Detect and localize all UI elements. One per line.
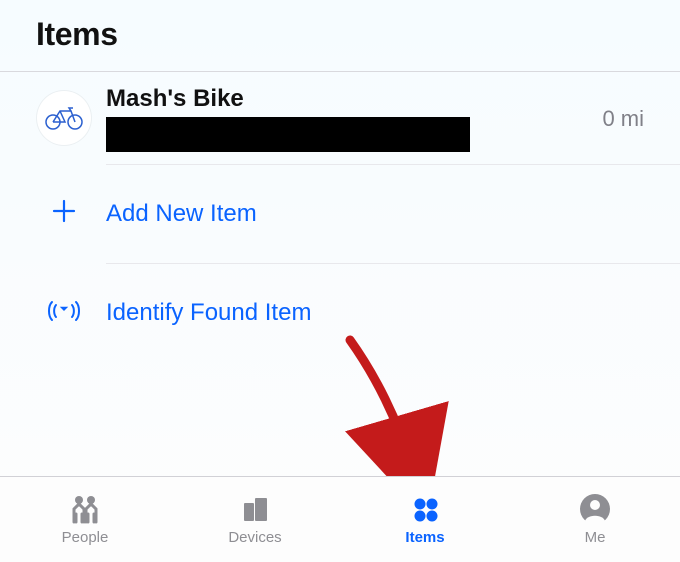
people-icon (68, 493, 102, 525)
me-tab[interactable]: Me (510, 477, 680, 562)
items-list: Mash's Bike 0 mi Add New Item (0, 72, 680, 362)
header: Items (0, 0, 680, 71)
tab-bar: People Devices Items (0, 476, 680, 562)
people-tab-label: People (62, 529, 109, 546)
item-avatar (36, 90, 92, 146)
item-distance: 0 mi (602, 84, 644, 132)
add-new-item-label: Add New Item (106, 200, 257, 228)
devices-tab[interactable]: Devices (170, 477, 340, 562)
location-broadcast-icon (44, 296, 84, 331)
items-icon (410, 493, 440, 525)
devices-tab-label: Devices (228, 529, 281, 546)
me-tab-label: Me (585, 529, 606, 546)
people-tab[interactable]: People (0, 477, 170, 562)
redacted-location (106, 117, 470, 152)
item-row[interactable]: Mash's Bike 0 mi (0, 72, 680, 164)
bike-icon (45, 106, 83, 130)
devices-icon (240, 493, 270, 525)
person-circle-icon (579, 493, 611, 525)
item-title: Mash's Bike (106, 85, 602, 113)
items-tab-label: Items (405, 529, 444, 546)
plus-icon (51, 198, 77, 231)
page-title: Items (36, 16, 644, 53)
identify-found-item-label: Identify Found Item (106, 299, 311, 327)
items-tab[interactable]: Items (340, 477, 510, 562)
add-new-item-row[interactable]: Add New Item (0, 165, 680, 263)
identify-found-item-row[interactable]: Identify Found Item (0, 264, 680, 362)
